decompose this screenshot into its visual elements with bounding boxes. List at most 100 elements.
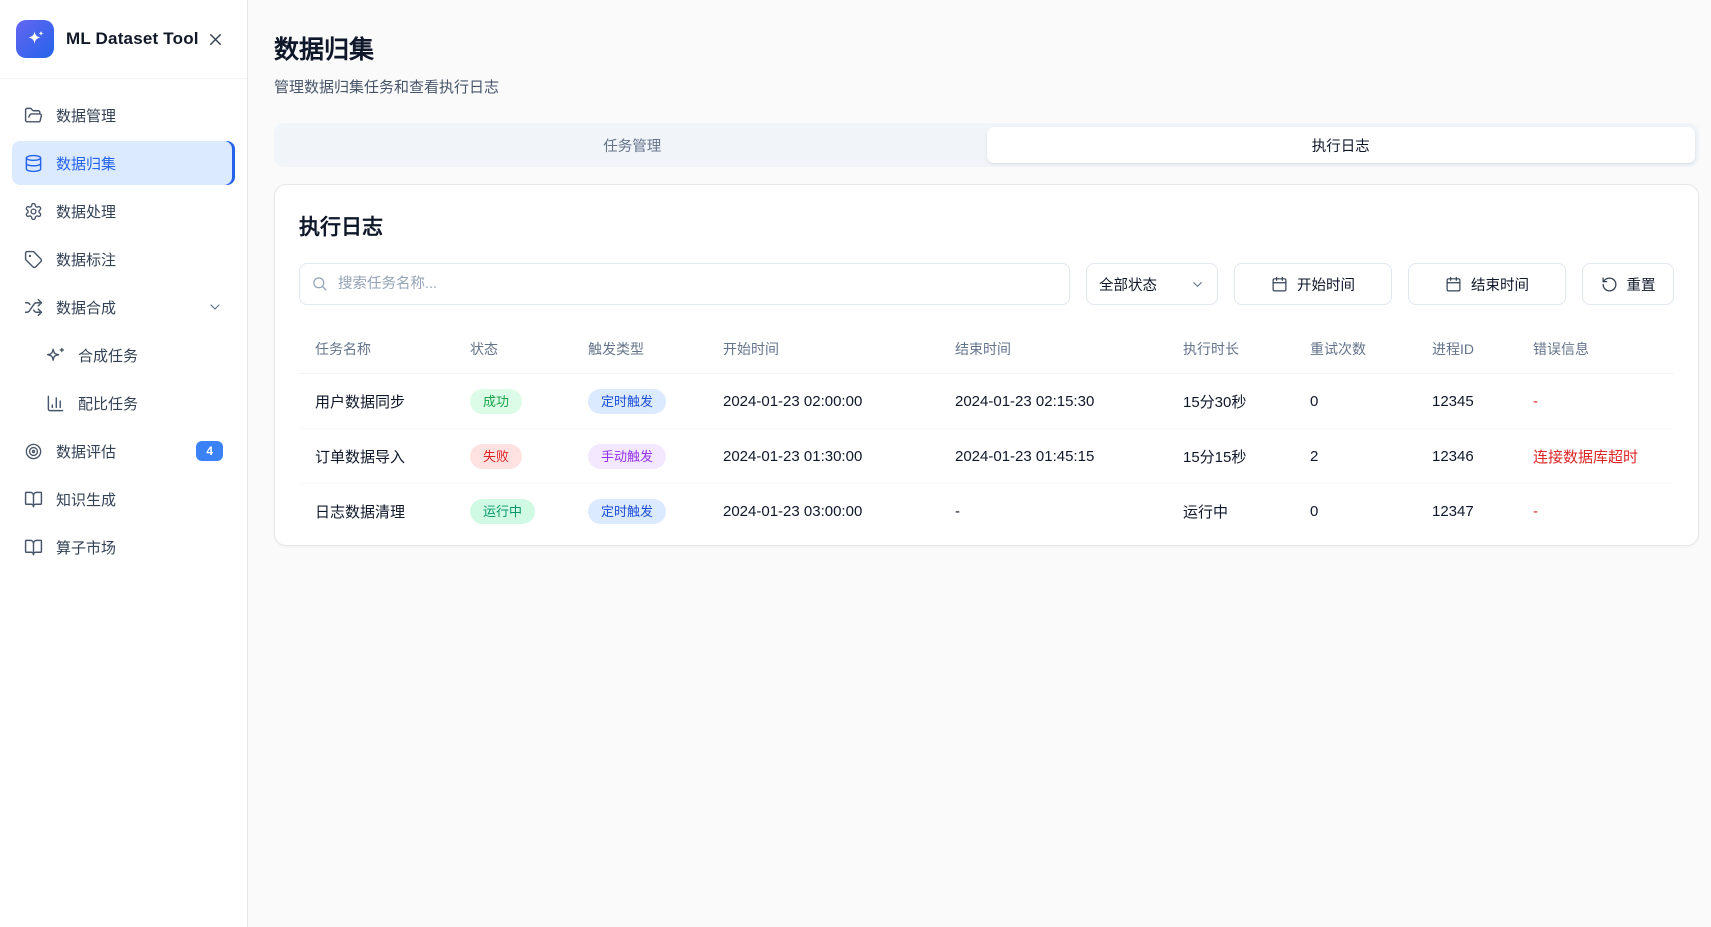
status-filter-select[interactable]: 全部状态 xyxy=(1086,263,1218,305)
sidebar-item-label: 数据合成 xyxy=(56,297,116,318)
end-time-cell: - xyxy=(939,484,1167,539)
status-badge: 成功 xyxy=(470,389,522,414)
task-name: 日志数据清理 xyxy=(299,484,454,539)
process-id-cell: 12345 xyxy=(1416,374,1517,429)
end-time-cell: 2024-01-23 02:15:30 xyxy=(939,374,1167,429)
main-content: 数据归集 管理数据归集任务和查看执行日志 任务管理 执行日志 执行日志 全部状态… xyxy=(248,0,1711,927)
sidebar-item-knowledge-generation[interactable]: 知识生成 xyxy=(12,477,235,521)
error-message-cell: - xyxy=(1517,374,1674,429)
sidebar-item-operator-market[interactable]: 算子市场 xyxy=(12,525,235,569)
start-time-cell: 2024-01-23 03:00:00 xyxy=(707,484,939,539)
end-time-button[interactable]: 结束时间 xyxy=(1408,263,1566,305)
chevron-down-icon xyxy=(1190,277,1205,292)
reset-button[interactable]: 重置 xyxy=(1582,263,1674,305)
calendar-icon xyxy=(1271,276,1288,293)
target-icon xyxy=(24,442,43,461)
reset-icon xyxy=(1601,276,1618,293)
column-header: 开始时间 xyxy=(707,327,939,374)
search-field-wrap xyxy=(299,263,1070,305)
database-icon xyxy=(24,154,43,173)
book-icon xyxy=(24,490,43,509)
column-header: 触发类型 xyxy=(572,327,707,374)
retry-count-cell: 2 xyxy=(1294,429,1416,484)
sidebar: ML Dataset Tool 数据管理 数据归集 数据处理 数据标注 数据合成 xyxy=(0,0,248,927)
execution-log-card: 执行日志 全部状态 开始时间 结束时间 重置 xyxy=(274,184,1699,546)
sidebar-item-label: 合成任务 xyxy=(78,345,138,366)
table-row: 用户数据同步 成功 定时触发 2024-01-23 02:00:00 2024-… xyxy=(299,374,1674,429)
table-header-row: 任务名称 状态 触发类型 开始时间 结束时间 执行时长 重试次数 进程ID 错误… xyxy=(299,327,1674,374)
error-message-cell: 连接数据库超时 xyxy=(1517,429,1674,484)
chevron-down-icon xyxy=(207,299,223,315)
end-time-label: 结束时间 xyxy=(1471,274,1529,295)
start-time-cell: 2024-01-23 02:00:00 xyxy=(707,374,939,429)
filter-row: 全部状态 开始时间 结束时间 重置 xyxy=(299,263,1674,305)
sidebar-item-data-evaluation[interactable]: 数据评估 4 xyxy=(12,429,235,473)
card-title: 执行日志 xyxy=(299,211,1674,241)
error-message-cell: - xyxy=(1517,484,1674,539)
status-badge: 失败 xyxy=(470,444,522,469)
retry-count-cell: 0 xyxy=(1294,484,1416,539)
sidebar-item-data-annotation[interactable]: 数据标注 xyxy=(12,237,235,281)
duration-cell: 运行中 xyxy=(1167,484,1294,539)
tag-icon xyxy=(24,250,43,269)
sidebar-close-button[interactable] xyxy=(201,25,229,53)
sidebar-item-synthesis-tasks[interactable]: 合成任务 xyxy=(12,333,235,377)
column-header: 状态 xyxy=(454,327,572,374)
column-header: 错误信息 xyxy=(1517,327,1674,374)
book-icon xyxy=(24,538,43,557)
trigger-type-badge: 手动触发 xyxy=(588,444,666,469)
start-time-cell: 2024-01-23 01:30:00 xyxy=(707,429,939,484)
sidebar-item-label: 数据评估 xyxy=(56,441,116,462)
sidebar-item-label: 知识生成 xyxy=(56,489,116,510)
start-time-button[interactable]: 开始时间 xyxy=(1234,263,1392,305)
column-header: 重试次数 xyxy=(1294,327,1416,374)
start-time-label: 开始时间 xyxy=(1297,274,1355,295)
process-id-cell: 12346 xyxy=(1416,429,1517,484)
status-filter-value: 全部状态 xyxy=(1099,274,1157,295)
tab-execution-logs[interactable]: 执行日志 xyxy=(987,127,1696,163)
calendar-icon xyxy=(1445,276,1462,293)
trigger-type-badge: 定时触发 xyxy=(588,389,666,414)
sparkles-icon xyxy=(46,346,65,365)
search-input[interactable] xyxy=(299,263,1070,305)
sidebar-item-label: 配比任务 xyxy=(78,393,138,414)
task-name: 订单数据导入 xyxy=(299,429,454,484)
trigger-type-badge: 定时触发 xyxy=(588,499,666,524)
column-header: 任务名称 xyxy=(299,327,454,374)
page-title: 数据归集 xyxy=(274,30,1699,66)
folder-icon xyxy=(24,106,43,125)
log-table-body: 用户数据同步 成功 定时触发 2024-01-23 02:00:00 2024-… xyxy=(299,374,1674,539)
task-name: 用户数据同步 xyxy=(299,374,454,429)
sidebar-item-data-management[interactable]: 数据管理 xyxy=(12,93,235,137)
sparkle-icon xyxy=(24,28,46,50)
sidebar-nav: 数据管理 数据归集 数据处理 数据标注 数据合成 合成任务 配比任务 xyxy=(0,79,247,587)
table-row: 订单数据导入 失败 手动触发 2024-01-23 01:30:00 2024-… xyxy=(299,429,1674,484)
sidebar-item-data-collection[interactable]: 数据归集 xyxy=(12,141,235,185)
bar-chart-icon xyxy=(46,394,65,413)
log-table: 任务名称 状态 触发类型 开始时间 结束时间 执行时长 重试次数 进程ID 错误… xyxy=(299,327,1674,539)
shuffle-icon xyxy=(24,298,43,317)
process-id-cell: 12347 xyxy=(1416,484,1517,539)
gear-icon xyxy=(24,202,43,221)
sidebar-item-ratio-tasks[interactable]: 配比任务 xyxy=(12,381,235,425)
sidebar-header: ML Dataset Tool xyxy=(0,0,247,79)
app-title: ML Dataset Tool xyxy=(66,29,201,49)
page-subtitle: 管理数据归集任务和查看执行日志 xyxy=(274,76,1699,97)
column-header: 结束时间 xyxy=(939,327,1167,374)
sidebar-item-label: 数据标注 xyxy=(56,249,116,270)
retry-count-cell: 0 xyxy=(1294,374,1416,429)
search-icon xyxy=(311,275,328,292)
duration-cell: 15分30秒 xyxy=(1167,374,1294,429)
duration-cell: 15分15秒 xyxy=(1167,429,1294,484)
sidebar-item-label: 数据归集 xyxy=(56,153,116,174)
tab-bar: 任务管理 执行日志 xyxy=(274,123,1699,167)
reset-label: 重置 xyxy=(1627,274,1656,295)
sidebar-item-data-synthesis[interactable]: 数据合成 xyxy=(12,285,235,329)
end-time-cell: 2024-01-23 01:45:15 xyxy=(939,429,1167,484)
evaluation-count-badge: 4 xyxy=(196,441,223,461)
column-header: 进程ID xyxy=(1416,327,1517,374)
tab-task-management[interactable]: 任务管理 xyxy=(278,127,987,163)
table-row: 日志数据清理 运行中 定时触发 2024-01-23 03:00:00 - 运行… xyxy=(299,484,1674,539)
sidebar-item-label: 数据处理 xyxy=(56,201,116,222)
sidebar-item-data-processing[interactable]: 数据处理 xyxy=(12,189,235,233)
